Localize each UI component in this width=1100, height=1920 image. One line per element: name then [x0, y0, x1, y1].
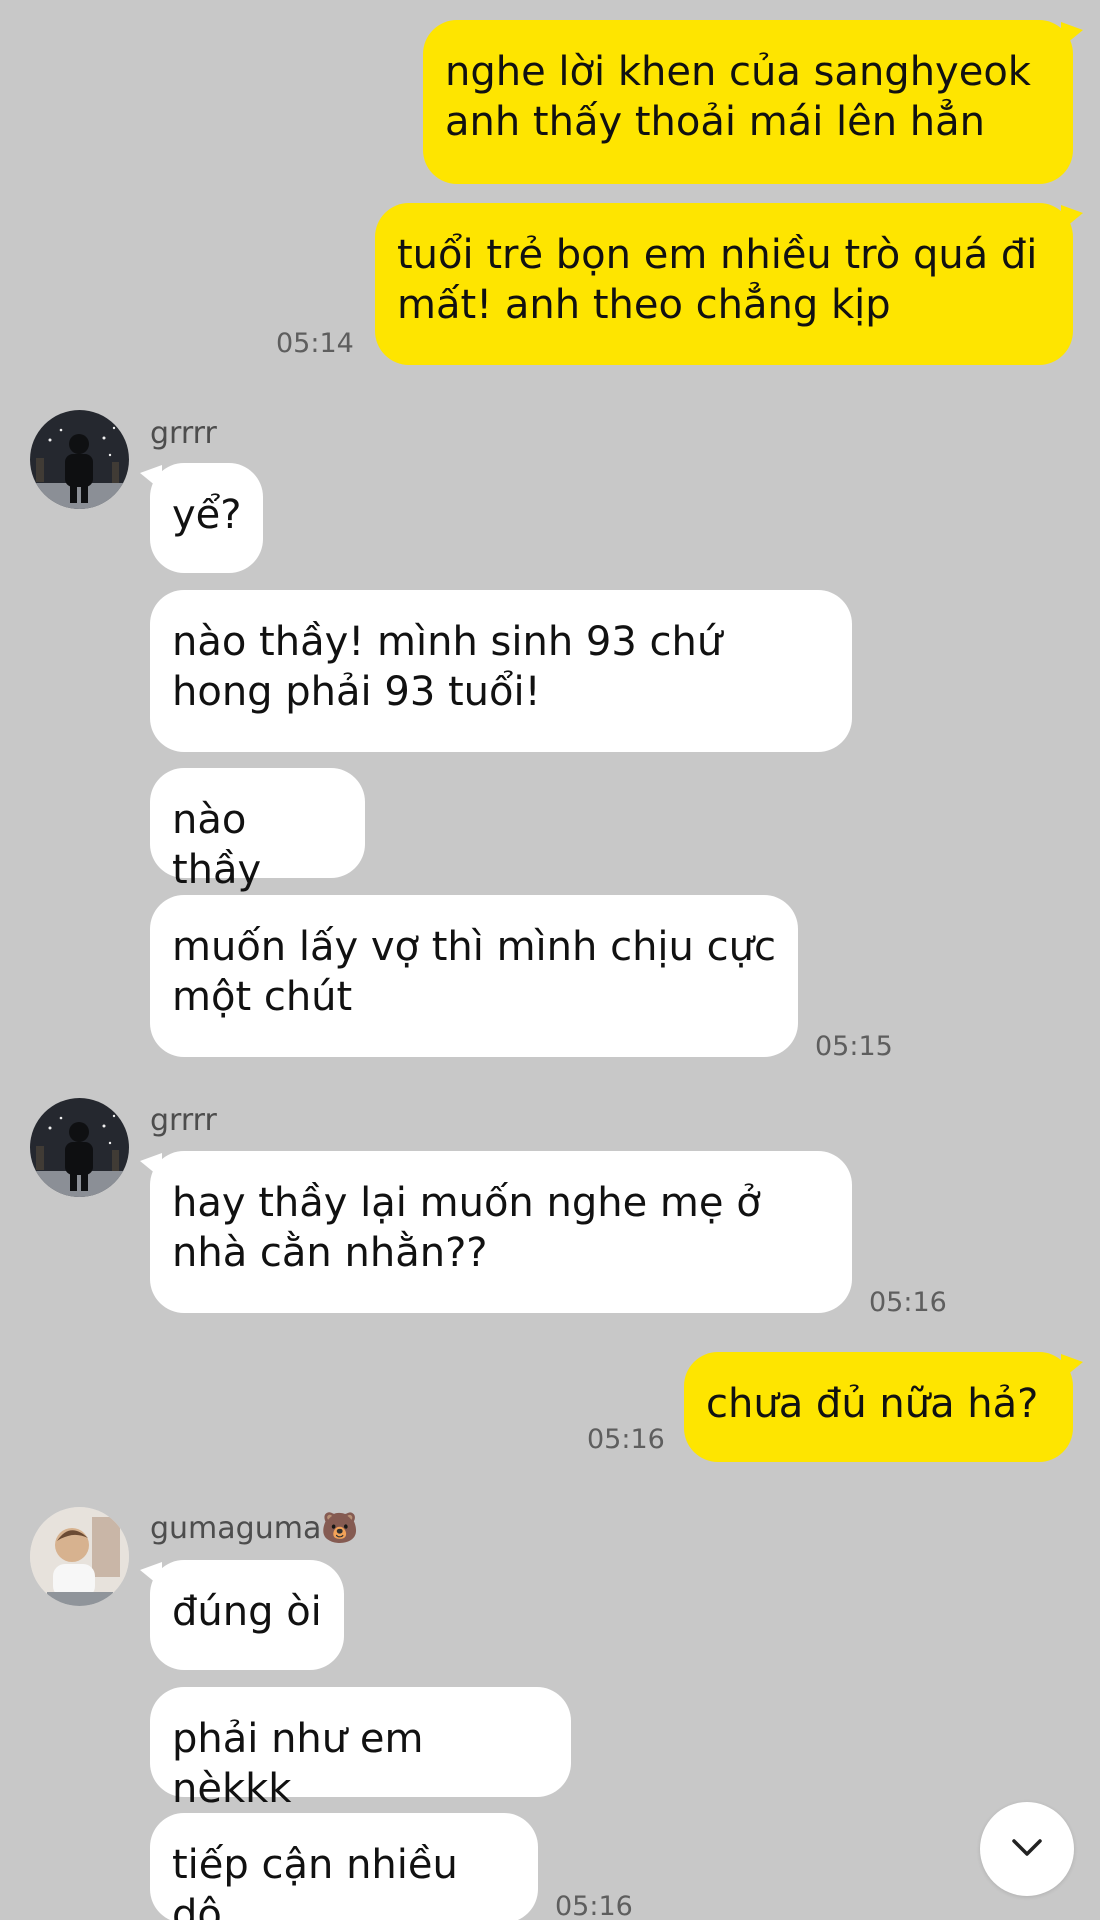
message-timestamp: 05:15 [815, 1031, 893, 1062]
message-text: hay thầy lại muốn nghe mẹ ở nhà cằn nhằn… [172, 1180, 761, 1276]
message-timestamp: 05:14 [276, 328, 354, 359]
message-text: nghe lời khen của sanghyeok anh thấy tho… [445, 49, 1031, 145]
outgoing-message[interactable]: nghe lời khen của sanghyeok anh thấy tho… [423, 20, 1073, 184]
message-text: đúng òi [172, 1589, 322, 1635]
incoming-message[interactable]: yể? [150, 463, 263, 573]
incoming-message[interactable]: nào thầy [150, 768, 365, 893]
sender-name: grrrr [150, 416, 217, 451]
message-text: phải như em nèkkk [172, 1716, 424, 1812]
outgoing-message[interactable]: chưa đủ nữa hả? [684, 1352, 1073, 1462]
message-text: chưa đủ nữa hả? [706, 1381, 1039, 1427]
message-text: nào thầy [172, 797, 262, 893]
incoming-message[interactable]: đúng òi [150, 1560, 344, 1670]
sender-name: gumaguma🐻 [150, 1511, 359, 1546]
incoming-message[interactable]: nào thầy! mình sinh 93 chứ hong phải 93 … [150, 590, 852, 752]
incoming-message[interactable]: muốn lấy vợ thì mình chịu cực một chút [150, 895, 798, 1057]
avatar[interactable] [30, 410, 129, 509]
message-text: nào thầy! mình sinh 93 chứ hong phải 93 … [172, 619, 723, 715]
avatar[interactable] [30, 1507, 129, 1606]
incoming-message[interactable]: tiếp cận nhiều dô [150, 1813, 538, 1920]
message-timestamp: 05:16 [869, 1287, 947, 1318]
sender-name: grrrr [150, 1103, 217, 1138]
message-text: tiếp cận nhiều dô [172, 1842, 458, 1920]
message-text: yể? [172, 492, 242, 538]
message-timestamp: 05:16 [587, 1424, 665, 1455]
incoming-message[interactable]: phải như em nèkkk [150, 1687, 571, 1812]
incoming-message[interactable]: hay thầy lại muốn nghe mẹ ở nhà cằn nhằn… [150, 1151, 852, 1313]
avatar[interactable] [30, 1098, 129, 1197]
message-text: muốn lấy vợ thì mình chịu cực một chút [172, 924, 776, 1020]
message-timestamp: 05:16 [555, 1891, 633, 1920]
message-text: tuổi trẻ bọn em nhiều trò quá đi mất! an… [397, 232, 1038, 328]
scroll-to-bottom-button[interactable] [980, 1802, 1074, 1896]
chevron-down-icon [1008, 1828, 1046, 1870]
outgoing-message[interactable]: tuổi trẻ bọn em nhiều trò quá đi mất! an… [375, 203, 1073, 365]
